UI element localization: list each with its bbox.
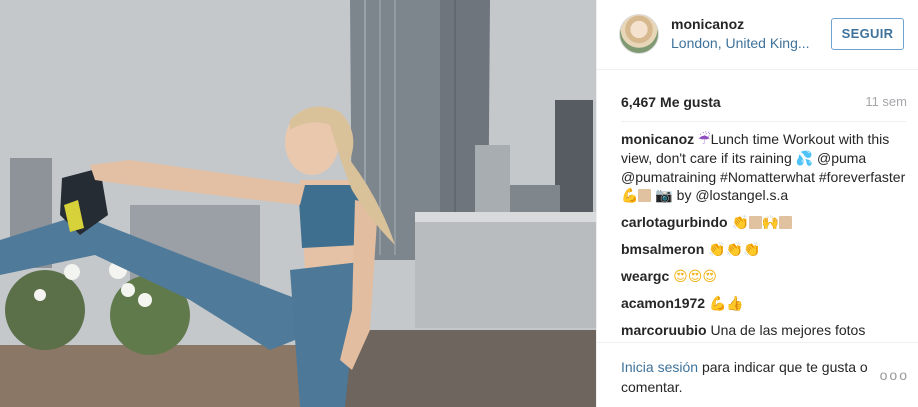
comment-username[interactable]: marcoruubio <box>621 322 707 338</box>
caption: monicanoz ☔Lunch time Workout with this … <box>621 130 911 205</box>
divider <box>621 121 906 122</box>
post-sidebar: monicanoz London, United King... SEGUIR … <box>596 0 918 407</box>
likes-number: 6,467 <box>621 94 657 110</box>
likes-label: Me gusta <box>660 94 721 110</box>
follow-button[interactable]: SEGUIR <box>831 18 904 50</box>
comment: carlotagurbindo 👏 🙌 <box>621 213 911 232</box>
heart-eyes-icon: 😍😍😍 <box>673 269 717 285</box>
caption-username[interactable]: monicanoz <box>621 131 694 147</box>
clapping-hands-icon: 👏 <box>731 215 749 231</box>
umbrella-with-rain-icon: ☔ <box>698 132 711 148</box>
comment-text: Una de las mejores fotos <box>710 322 866 338</box>
avatar[interactable] <box>619 14 659 54</box>
skin-tone-icon <box>779 216 793 229</box>
login-link[interactable]: Inicia sesión <box>621 359 698 375</box>
post-stats: 6,467 Me gusta 11 sem <box>597 86 918 116</box>
flexed-biceps-icon: 💪👍 <box>708 296 744 312</box>
comment: bmsalmeron 👏👏👏 <box>621 240 911 259</box>
skin-tone-icon <box>638 189 652 202</box>
comment-username[interactable]: carlotagurbindo <box>621 214 728 230</box>
skin-tone-icon <box>748 216 762 229</box>
likes-count[interactable]: 6,467 Me gusta <box>621 94 721 110</box>
clapping-hands-icon: 👏👏👏 <box>708 242 761 258</box>
flexed-biceps-icon: 💪 <box>621 188 639 204</box>
comment-username[interactable]: bmsalmeron <box>621 241 704 257</box>
more-options-icon[interactable]: ooo <box>880 367 909 383</box>
caption-text-3: by @lostangel.s.a <box>676 187 789 203</box>
comment: acamon1972 💪👍 <box>621 294 911 313</box>
comments-list: monicanoz ☔Lunch time Workout with this … <box>621 130 911 342</box>
comment-username[interactable]: weargc <box>621 268 669 284</box>
photo-illustration <box>0 0 596 407</box>
raised-hands-icon: 🙌 <box>761 215 780 231</box>
post-time[interactable]: 11 sem <box>865 94 907 109</box>
comment: weargc 😍😍😍 <box>621 267 911 286</box>
post-header: monicanoz London, United King... SEGUIR <box>597 0 918 70</box>
camera-icon: 📷 <box>655 188 673 204</box>
instagram-post: monicanoz London, United King... SEGUIR … <box>0 0 918 407</box>
sweat-droplets-icon: 💦 <box>795 151 814 167</box>
comment: marcoruubio Una de las mejores fotos <box>621 321 911 339</box>
author-location[interactable]: London, United King... <box>671 35 821 51</box>
post-footer: Inicia sesión para indicar que te gusta … <box>597 342 918 407</box>
comment-username[interactable]: acamon1972 <box>621 295 705 311</box>
post-photo[interactable] <box>0 0 596 407</box>
author-username[interactable]: monicanoz <box>671 16 744 32</box>
login-prompt: Inicia sesión para indicar que te gusta … <box>621 357 871 397</box>
